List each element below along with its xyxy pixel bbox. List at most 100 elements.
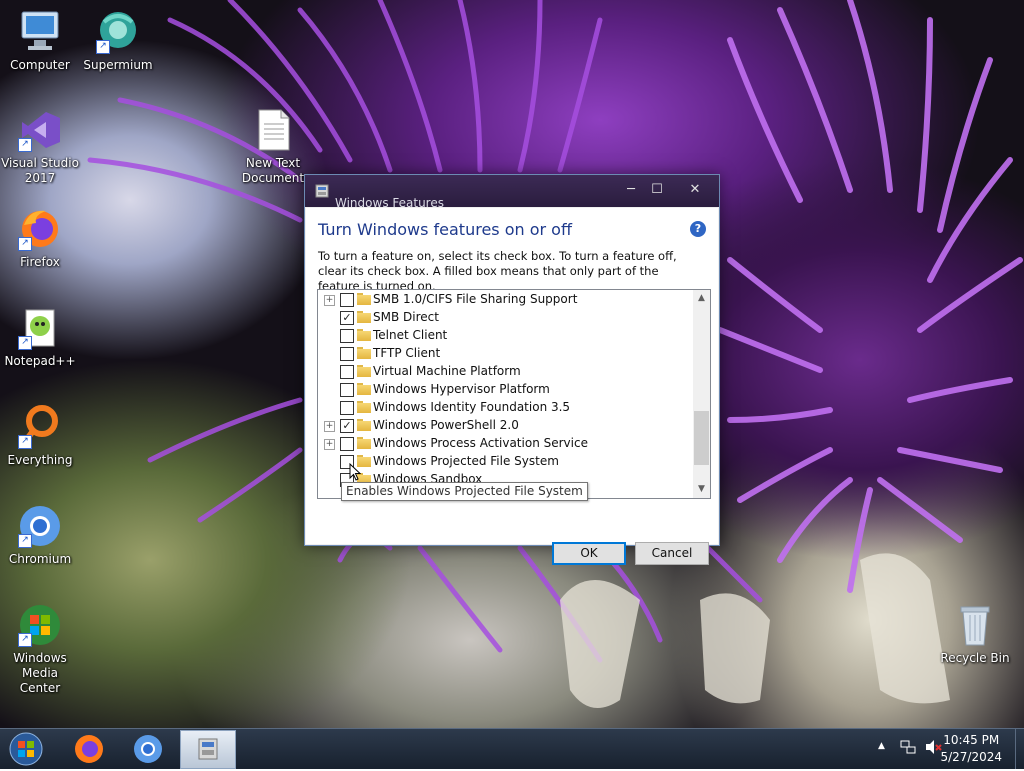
folder-icon [357,383,371,395]
desktop-icon-visual-studio[interactable]: ↗ Visual Studio 2017 [0,106,80,186]
close-button[interactable]: ✕ [681,179,709,201]
dialog-heading: Turn Windows features on or off [318,220,572,239]
feature-tooltip: Enables Windows Projected File System [341,482,588,501]
folder-icon [357,329,371,341]
shortcut-arrow-icon: ↗ [18,633,32,647]
volume-muted-icon[interactable] [924,739,942,758]
clock-date: 5/27/2024 [940,750,1002,764]
help-icon[interactable]: ? [690,221,706,237]
scrollbar-thumb[interactable] [694,411,709,465]
notepad-plus-plus-icon: ↗ [16,304,64,352]
feature-label: Telnet Client [373,328,448,342]
shortcut-arrow-icon: ↗ [18,435,32,449]
expand-icon[interactable]: + [324,421,335,432]
taskbar-firefox[interactable] [62,730,116,767]
desktop-icon-computer[interactable]: Computer [0,8,80,73]
feature-row[interactable]: Virtual Machine Platform [318,363,692,381]
scroll-up-icon[interactable]: ▲ [693,290,710,307]
feature-checkbox[interactable] [340,437,354,451]
feature-row[interactable]: + SMB 1.0/CIFS File Sharing Support [318,291,692,309]
firefox-icon: ↗ [16,205,64,253]
folder-icon [357,347,371,359]
feature-row[interactable]: Windows Hypervisor Platform [318,381,692,399]
desktop-icon-new-text-document[interactable]: New Text Document [233,106,313,186]
desktop-icon-label: Supermium [83,58,153,72]
folder-icon [357,311,371,323]
feature-row[interactable]: Windows Identity Foundation 3.5 [318,399,692,417]
folder-icon [357,401,371,413]
everything-search-icon: ↗ [16,403,64,451]
cancel-button[interactable]: Cancel [635,542,709,565]
desktop-icon-label: Everything [7,453,73,467]
feature-label: SMB Direct [373,310,439,324]
feature-row[interactable]: ✓ SMB Direct [318,309,692,327]
shortcut-arrow-icon: ↗ [18,534,32,548]
folder-icon [357,365,371,377]
desktop-icon-label: New Text Document [241,156,305,185]
feature-label: Windows Projected File System [373,454,559,468]
windows-features-app-icon [198,738,218,760]
feature-checkbox[interactable] [340,365,354,379]
folder-icon [357,419,371,431]
chromium-icon [134,735,162,763]
feature-checkbox[interactable] [340,293,354,307]
feature-label: Virtual Machine Platform [373,364,521,378]
feature-row[interactable]: + ✓ Windows PowerShell 2.0 [318,417,692,435]
windows-start-orb-icon [9,732,43,766]
shortcut-arrow-icon: ↗ [18,237,32,251]
feature-checkbox[interactable] [340,347,354,361]
feature-row[interactable]: Windows Projected File System [318,453,692,471]
desktop-icon-windows-media-center[interactable]: ↗ Windows Media Center [0,601,80,696]
feature-checkbox[interactable]: ✓ [340,311,354,325]
features-tree[interactable]: + SMB 1.0/CIFS File Sharing Support ✓ SMB D… [317,289,711,499]
windows-features-app-icon [315,184,329,198]
start-button[interactable] [2,730,50,767]
desktop-icon-label: Visual Studio 2017 [1,156,79,185]
feature-row[interactable]: + Windows Process Activation Service [318,435,692,453]
mouse-cursor-icon [349,462,362,485]
ok-button[interactable]: OK [552,542,626,565]
shortcut-arrow-icon: ↗ [18,336,32,350]
feature-checkbox[interactable]: ✓ [340,419,354,433]
network-icon[interactable] [900,739,916,758]
desktop-icon-firefox[interactable]: ↗ Firefox [0,205,80,270]
show-hidden-icons-chevron-icon[interactable]: ▲ [878,741,885,751]
firefox-icon [75,735,103,763]
desktop-icon-label: Firefox [20,255,60,269]
feature-checkbox[interactable] [340,329,354,343]
dialog-description: To turn a feature on, select its check b… [318,249,677,293]
desktop-icon-recycle-bin[interactable]: Recycle Bin [935,601,1015,666]
minimize-button[interactable]: ─ [617,179,645,201]
taskbar-windows-features[interactable] [180,730,236,769]
desktop-icon-label: Chromium [8,552,72,566]
show-desktop-button[interactable] [1015,729,1024,769]
dialog-titlebar[interactable]: Windows Features ─ ☐ ✕ [305,175,719,209]
windows-media-center-icon: ↗ [16,601,64,649]
feature-label: TFTP Client [373,346,441,360]
feature-label: Windows Identity Foundation 3.5 [373,400,571,414]
scroll-down-icon[interactable]: ▼ [693,481,710,498]
recycle-bin-icon [951,601,999,649]
expand-icon[interactable]: + [324,439,335,450]
shortcut-arrow-icon: ↗ [96,40,110,54]
feature-label: Windows Hypervisor Platform [373,382,550,396]
feature-row[interactable]: TFTP Client [318,345,692,363]
feature-row[interactable]: Telnet Client [318,327,692,345]
desktop-icon-everything[interactable]: ↗ Everything [0,403,80,468]
feature-checkbox[interactable] [340,383,354,397]
visual-studio-icon: ↗ [16,106,64,154]
desktop-icon-notepad-plus-plus[interactable]: ↗ Notepad++ [0,304,80,369]
vertical-scrollbar[interactable]: ▲ ▼ [693,290,710,498]
taskbar-chromium[interactable] [121,730,175,767]
feature-checkbox[interactable] [340,401,354,415]
folder-icon [357,437,371,449]
desktop-icon-supermium[interactable]: ↗ Supermium [78,8,158,73]
taskbar: ▲ 10:45 PM 5/27/2024 [0,728,1024,769]
computer-icon [16,8,64,56]
system-clock[interactable]: 10:45 PM 5/27/2024 [940,732,1002,766]
expand-icon[interactable]: + [324,295,335,306]
desktop-icon-chromium[interactable]: ↗ Chromium [0,502,80,567]
text-document-icon [249,106,297,154]
folder-icon [357,293,371,305]
maximize-button[interactable]: ☐ [643,179,671,201]
